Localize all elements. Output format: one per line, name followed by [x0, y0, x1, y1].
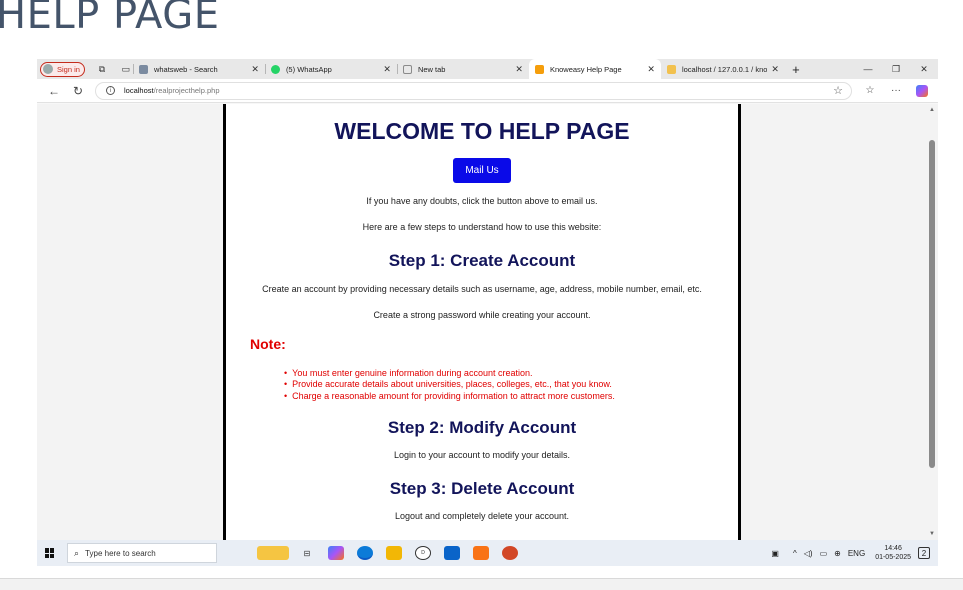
tab-label: New tab	[417, 64, 446, 74]
copilot-icon[interactable]	[916, 84, 928, 97]
url-path: /realprojecthelp.php	[153, 86, 220, 95]
clock[interactable]: 14:46 01-05-2025	[875, 544, 911, 562]
xampp-icon[interactable]	[473, 546, 489, 560]
search-icon: ⌕	[74, 547, 80, 558]
close-window-icon[interactable]: ✕	[910, 64, 938, 75]
address-input[interactable]: i localhost/realprojecthelp.php ☆	[95, 81, 852, 100]
search-favicon-icon	[138, 64, 148, 74]
workspaces-icon[interactable]: ⧉	[95, 62, 109, 76]
step3-text: Logout and completely delete your accoun…	[394, 510, 570, 521]
bottom-strip	[0, 578, 963, 590]
doubts-text: If you have any doubts, click the button…	[366, 196, 598, 206]
back-arrow-icon[interactable]: ←	[47, 84, 61, 98]
mail-app-icon[interactable]	[444, 546, 460, 560]
intro-text: Here are a few steps to understand how t…	[362, 222, 602, 232]
close-tab-icon[interactable]: ✕	[383, 64, 391, 75]
language-indicator[interactable]: ENG	[848, 549, 865, 558]
taskbar-search-placeholder: Type here to search	[85, 548, 156, 558]
tab-label: localhost / 127.0.0.1 / knowe	[681, 64, 768, 74]
list-item: You must enter genuine information durin…	[284, 368, 738, 379]
tab-whatsapp[interactable]: (5) WhatsApp ✕	[264, 59, 397, 79]
tab-localhost-phpmyadmin[interactable]: localhost / 127.0.0.1 / knowe ✕	[661, 59, 785, 79]
close-tab-icon[interactable]: ✕	[515, 64, 523, 75]
sign-in-label: Sign in	[57, 64, 80, 74]
system-tray: ▣ ^ ◁) ▭ ⊕ ENG 14:46 01-05-2025 2	[764, 544, 930, 562]
tab-label: Knoweasy Help Page	[549, 64, 622, 74]
minimize-icon[interactable]: —	[854, 64, 882, 75]
tab-actions-icon[interactable]: ▭	[119, 62, 133, 76]
more-menu-icon[interactable]: ···	[888, 85, 904, 96]
step1-heading: Step 1: Create Account	[388, 251, 576, 270]
file-explorer-icon[interactable]	[386, 546, 402, 560]
note-heading: Note:	[250, 336, 286, 352]
phpmyadmin-favicon-icon	[666, 64, 676, 74]
tab-label: whatsweb - Search	[153, 64, 218, 74]
note-list: You must enter genuine information durin…	[284, 368, 738, 402]
copilot-taskbar-icon[interactable]	[328, 546, 344, 560]
network-icon[interactable]: ⊕	[834, 549, 841, 558]
list-item: Provide accurate details about universit…	[284, 379, 738, 390]
refresh-icon[interactable]: ↻	[71, 84, 85, 98]
powerpoint-icon[interactable]	[502, 546, 518, 560]
weather-widget-icon[interactable]	[257, 546, 289, 560]
help-page-content: WELCOME TO HELP PAGE Mail Us If you have…	[223, 104, 741, 540]
scroll-down-icon[interactable]: ▼	[929, 531, 935, 537]
avatar	[43, 64, 53, 74]
scrollbar-thumb[interactable]	[929, 140, 935, 468]
tab-knoweasy-help[interactable]: Knoweasy Help Page ✕	[528, 59, 661, 79]
taskbar-search-input[interactable]: ⌕ Type here to search	[67, 543, 217, 563]
close-tab-icon[interactable]: ✕	[771, 64, 779, 75]
favorite-star-icon[interactable]: ☆	[833, 84, 843, 97]
knoweasy-favicon-icon	[534, 64, 544, 74]
window-controls: — ❐ ✕	[854, 64, 938, 75]
address-toolbar: ← ↻ i localhost/realprojecthelp.php ☆ ☆ …	[37, 79, 938, 103]
tab-new-tab[interactable]: New tab ✕	[396, 59, 529, 79]
slide-title: HELP PAGE	[0, 0, 220, 38]
tab-whatsweb[interactable]: whatsweb - Search ✕	[132, 59, 265, 79]
clock-date: 01-05-2025	[875, 554, 911, 561]
whatsapp-favicon-icon	[270, 64, 280, 74]
restore-icon[interactable]: ❐	[882, 64, 910, 75]
new-tab-favicon-icon	[402, 64, 412, 74]
tab-label: (5) WhatsApp	[285, 64, 332, 74]
task-view-icon[interactable]: ⊟	[299, 546, 315, 560]
close-tab-icon[interactable]: ✕	[647, 64, 655, 75]
step2-text: Login to your account to modify your det…	[393, 449, 571, 460]
url-host: localhost	[124, 86, 154, 95]
step2-heading: Step 2: Modify Account	[387, 417, 577, 437]
windows-taskbar: ⌕ Type here to search ⊟ D ▣ ^ ◁) ▭ ⊕ ENG…	[37, 540, 938, 566]
battery-icon[interactable]: ▭	[820, 549, 828, 558]
mail-us-button[interactable]: Mail Us	[453, 158, 511, 183]
dell-app-icon[interactable]: D	[415, 546, 431, 560]
close-tab-icon[interactable]: ✕	[251, 64, 259, 75]
step1-text: Create an account by providing necessary…	[262, 284, 702, 294]
step1-password-text: Create a strong password while creating …	[373, 310, 591, 320]
page-title: WELCOME TO HELP PAGE	[334, 118, 630, 144]
clock-time: 14:46	[884, 545, 902, 552]
tray-chevron-icon[interactable]: ^	[793, 549, 797, 558]
volume-icon[interactable]: ◁)	[804, 549, 813, 558]
widgets-icon[interactable]: ▣	[771, 549, 779, 558]
edge-browser-icon[interactable]	[357, 546, 373, 560]
favorites-icon[interactable]: ☆	[862, 85, 878, 96]
sign-in-button[interactable]: Sign in	[40, 61, 85, 77]
scroll-up-icon[interactable]: ▲	[929, 107, 935, 113]
vertical-scrollbar[interactable]: ▲ ▼	[926, 104, 938, 540]
list-item: Charge a reasonable amount for providing…	[284, 391, 738, 402]
page-viewport: WELCOME TO HELP PAGE Mail Us If you have…	[37, 104, 938, 540]
screenshot-frame: Sign in ⧉ ▭ whatsweb - Search ✕ (5) What…	[37, 59, 938, 566]
notification-icon[interactable]: 2	[918, 547, 930, 559]
windows-start-icon[interactable]	[45, 548, 55, 558]
step3-heading: Step 3: Delete Account	[389, 478, 575, 498]
new-tab-plus-icon[interactable]: +	[789, 62, 803, 77]
tab-strip: Sign in ⧉ ▭ whatsweb - Search ✕ (5) What…	[37, 59, 938, 79]
site-info-icon[interactable]: i	[106, 86, 115, 95]
